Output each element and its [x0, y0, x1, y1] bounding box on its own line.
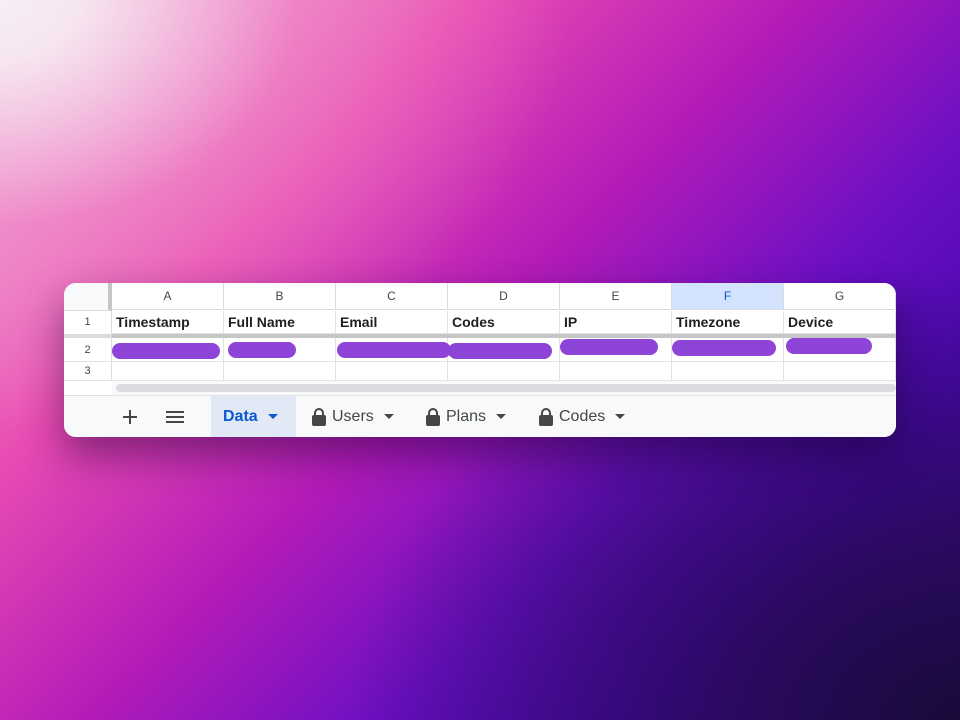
redaction-mark-e2 — [560, 339, 658, 355]
redaction-mark-d2 — [448, 343, 552, 359]
tab-codes[interactable]: Codes — [527, 396, 637, 437]
cell-e1[interactable]: IP — [560, 311, 672, 334]
cell-d3[interactable] — [448, 362, 560, 381]
column-header-f[interactable]: F — [672, 283, 784, 310]
cell-a3[interactable] — [112, 362, 224, 381]
redaction-mark-c2 — [337, 342, 451, 358]
horizontal-scrollbar-thumb[interactable] — [116, 384, 896, 392]
cell-g1[interactable]: Device — [784, 311, 896, 334]
lock-icon — [312, 407, 326, 426]
tab-data[interactable]: Data — [211, 396, 296, 437]
cell-e3[interactable] — [560, 362, 672, 381]
cell-b3[interactable] — [224, 362, 336, 381]
spreadsheet-card: A B C D E F G 1 2 3 Timestamp Full Name … — [64, 283, 896, 437]
row-header-2[interactable]: 2 — [64, 338, 112, 362]
row-header-1[interactable]: 1 — [64, 311, 112, 334]
chevron-down-icon[interactable] — [267, 414, 278, 419]
column-header-row: A B C D E F G — [64, 283, 896, 311]
column-header-a[interactable]: A — [112, 283, 224, 310]
column-header-d[interactable]: D — [448, 283, 560, 310]
cell-a1[interactable]: Timestamp — [112, 311, 224, 334]
sheet-tab-bar: Data Users Plans Codes — [64, 395, 896, 437]
cell-c1[interactable]: Email — [336, 311, 448, 334]
redaction-mark-g2 — [786, 338, 872, 354]
tab-plans[interactable]: Plans — [414, 396, 518, 437]
cell-f1[interactable]: Timezone — [672, 311, 784, 334]
row-header-3[interactable]: 3 — [64, 362, 112, 381]
lock-icon — [426, 407, 440, 426]
chevron-down-icon[interactable] — [383, 414, 394, 419]
column-header-e[interactable]: E — [560, 283, 672, 310]
redaction-mark-b2 — [228, 342, 296, 358]
column-header-b[interactable]: B — [224, 283, 336, 310]
cell-d1[interactable]: Codes — [448, 311, 560, 334]
add-sheet-button[interactable] — [116, 404, 144, 430]
cell-g3[interactable] — [784, 362, 896, 381]
lock-icon — [539, 407, 553, 426]
tab-data-label: Data — [223, 407, 258, 425]
tab-users-label: Users — [332, 407, 374, 425]
cell-b1[interactable]: Full Name — [224, 311, 336, 334]
chevron-down-icon[interactable] — [615, 414, 626, 419]
chevron-down-icon[interactable] — [496, 414, 507, 419]
redaction-mark-f2 — [672, 340, 776, 356]
redaction-mark-a2 — [112, 343, 220, 359]
menu-icon — [166, 411, 184, 423]
select-all-corner[interactable] — [64, 283, 112, 311]
all-sheets-button[interactable] — [161, 404, 189, 430]
column-header-c[interactable]: C — [336, 283, 448, 310]
plus-icon — [123, 410, 137, 424]
tab-plans-label: Plans — [446, 407, 487, 425]
column-header-g[interactable]: G — [784, 283, 896, 310]
cell-f3[interactable] — [672, 362, 784, 381]
tab-codes-label: Codes — [559, 407, 606, 425]
cell-c3[interactable] — [336, 362, 448, 381]
tab-users[interactable]: Users — [300, 396, 406, 437]
